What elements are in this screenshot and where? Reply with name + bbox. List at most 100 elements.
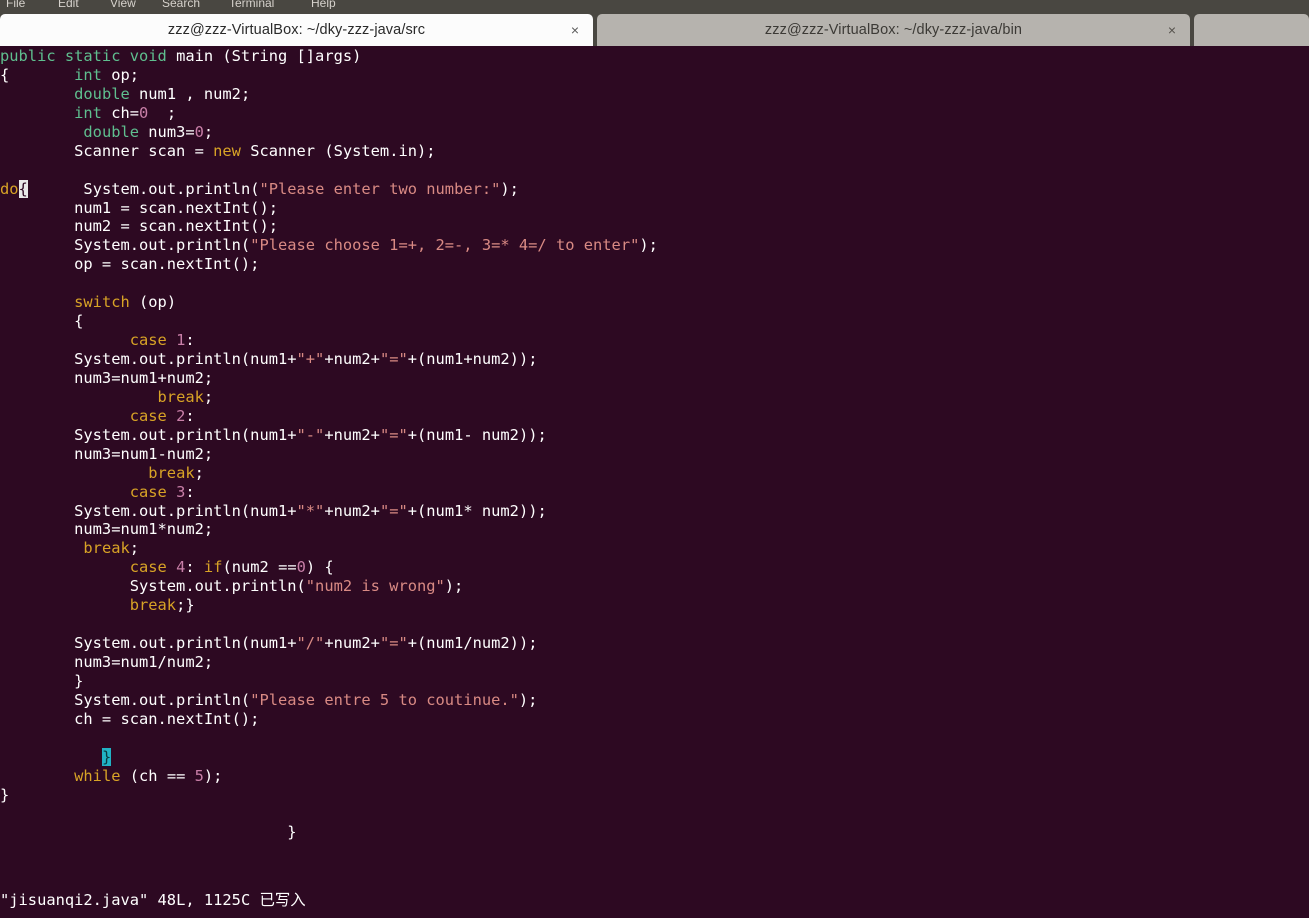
code-token: : (185, 558, 204, 577)
code-token: System.out.println( (27, 179, 260, 198)
code-line: case 2: (0, 407, 1309, 426)
matching-brace-highlight: } (101, 747, 112, 766)
code-token: +num2+ (324, 501, 380, 520)
code-token: main (String []args) (166, 47, 362, 65)
code-token: (ch == (120, 766, 195, 785)
code-token: ); (203, 766, 223, 785)
code-line: { (0, 312, 1309, 331)
code-token: num1 = scan.nextInt(); (0, 198, 278, 217)
code-token: num3= (139, 122, 195, 141)
terminal-window: File Edit View Search Terminal Help zzz@zzz-V… (0, 0, 1309, 918)
code-line: System.out.println(num1+"+"+num2+"="+(nu… (0, 350, 1309, 369)
code-line: while (ch == 5); (0, 767, 1309, 786)
vim-status-line: "jisuanqi2.java" 48L, 1125C 已写入 (0, 891, 1309, 910)
tab-src[interactable]: zzz@zzz-VirtualBox: ~/dky-zzz-java/src × (0, 14, 593, 46)
code-token: num1 , num2; (129, 84, 251, 103)
code-token: "/" (296, 634, 325, 653)
code-token: +(num1- num2)); (407, 425, 547, 444)
code-token: 0 (194, 122, 204, 141)
menu-item-terminal[interactable]: Terminal (229, 0, 274, 9)
menu-item-edit[interactable]: Edit (58, 0, 79, 9)
menu-item-view[interactable]: View (110, 0, 136, 9)
status-message: 已写入 (259, 891, 306, 909)
tab-title: zzz@zzz-VirtualBox: ~/dky-zzz-java/bin (764, 22, 1023, 38)
code-token: +(num1* num2)); (407, 501, 547, 520)
code-line: break; (0, 539, 1309, 558)
code-token: +num2+ (324, 634, 380, 653)
code-token: (num2 == (222, 558, 297, 577)
code-token: op = scan.nextInt(); (0, 255, 260, 274)
tab-bin[interactable]: zzz@zzz-VirtualBox: ~/dky-zzz-java/bin × (597, 14, 1190, 46)
tab-bar: zzz@zzz-VirtualBox: ~/dky-zzz-java/src ×… (0, 9, 1309, 46)
code-token: ); (639, 236, 658, 255)
code-token: ) { (305, 558, 334, 577)
menu-bar[interactable]: File Edit View Search Terminal Help (0, 0, 1309, 9)
code-token: do (0, 179, 19, 198)
code-token: System.out.println( (0, 236, 251, 255)
code-line: num1 = scan.nextInt(); (0, 199, 1309, 218)
code-token: +(num1/num2)); (407, 634, 538, 653)
code-token: 5 (194, 766, 204, 785)
code-line: double num1 , num2; (0, 85, 1309, 104)
code-token: case (129, 558, 167, 577)
code-line: Scanner scan = new Scanner (System.in); (0, 142, 1309, 161)
code-line: } (0, 823, 1309, 842)
code-line: do{ System.out.println("Please enter two… (0, 179, 1309, 199)
code-token: break (157, 387, 204, 406)
code-token: 0 (139, 103, 149, 122)
code-token: +num2+ (324, 425, 380, 444)
code-token: "=" (379, 634, 408, 653)
code-token: System.out.println( (0, 690, 251, 709)
code-token: Scanner (System.in); (240, 141, 436, 160)
tab-title: zzz@zzz-VirtualBox: ~/dky-zzz-java/src (167, 22, 426, 38)
code-token: } (0, 823, 297, 842)
code-token: double (83, 122, 140, 141)
text-cursor: { (18, 179, 28, 198)
code-token: "Please enter two number:" (259, 179, 501, 198)
code-token: System.out.println(num1+ (0, 350, 297, 368)
menu-item-search[interactable]: Search (162, 0, 200, 9)
menu-item-help[interactable]: Help (311, 0, 336, 9)
code-token: while (74, 766, 121, 785)
vim-text-area[interactable]: public static void main (String []args) {… (0, 46, 1309, 842)
code-token: : (185, 331, 195, 350)
terminal-screen[interactable]: public static void main (String []args) {… (0, 46, 1309, 918)
code-token: "Please entre 5 to coutinue." (250, 690, 519, 709)
code-line: num3=num1+num2; (0, 369, 1309, 388)
code-token: "=" (379, 350, 408, 368)
code-token: num2 = scan.nextInt(); (0, 217, 278, 236)
code-token: 3 (176, 482, 186, 501)
code-token: System.out.println(num1+ (0, 634, 297, 653)
code-token: ); (500, 179, 519, 198)
code-token: public static void (0, 47, 167, 65)
menu-item-file[interactable]: File (6, 0, 25, 9)
close-icon[interactable]: × (571, 23, 579, 37)
code-token: num3=num1+num2; (0, 368, 214, 387)
code-token: ); (444, 577, 464, 596)
close-icon[interactable]: × (1168, 23, 1176, 37)
code-token: System.out.println(num1+ (0, 501, 297, 520)
code-token: ch = scan.nextInt(); (0, 709, 260, 728)
code-token: ; (203, 387, 214, 406)
code-token: "num2 is wrong" (305, 577, 445, 596)
code-line: break; (0, 464, 1309, 483)
code-token: new (213, 141, 241, 160)
status-charcount: 1125C (194, 891, 260, 909)
code-line: case 3: (0, 483, 1309, 502)
code-token: { (0, 65, 75, 84)
